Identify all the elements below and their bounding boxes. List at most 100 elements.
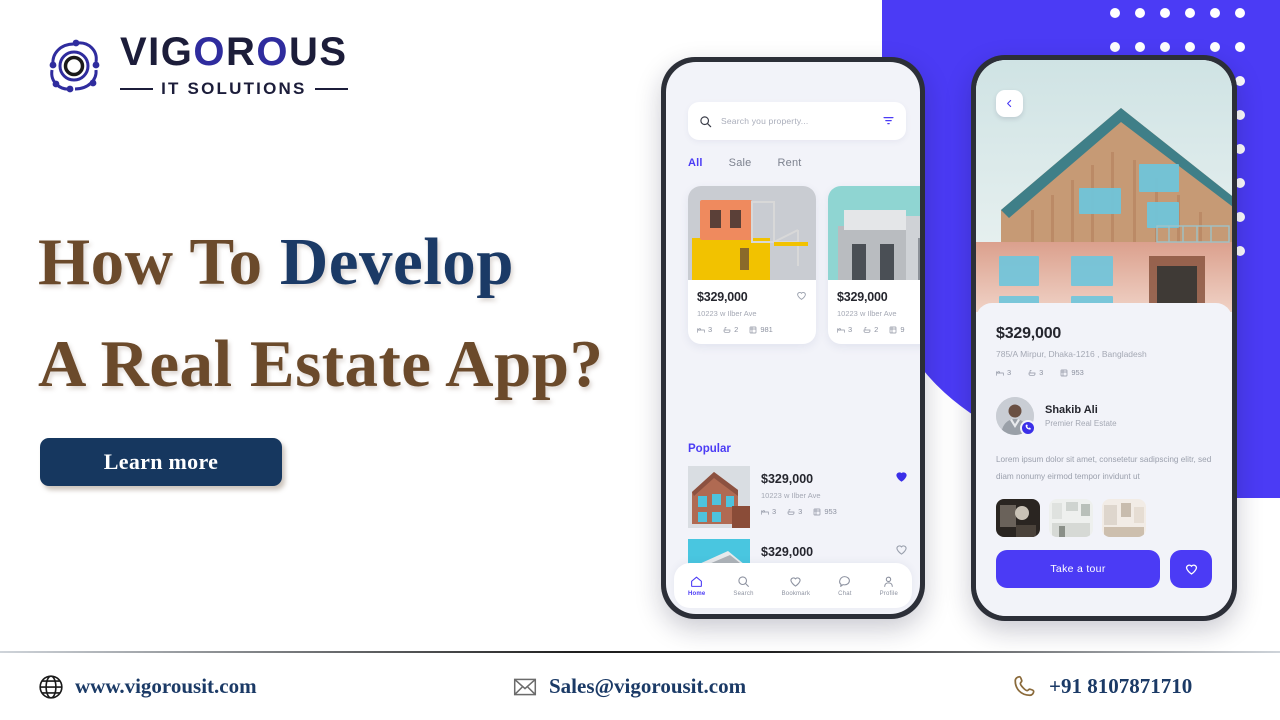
area-icon	[814, 508, 821, 515]
heart-outline-icon	[790, 576, 802, 587]
nav-item-profile[interactable]: Profile	[880, 575, 898, 597]
learn-more-button[interactable]: Learn more	[40, 438, 282, 486]
brand-name-o1: O	[193, 30, 227, 74]
agent-role: Premier Real Estate	[1045, 419, 1117, 428]
nav-label: Search	[733, 590, 754, 597]
gallery-thumbnail[interactable]	[996, 499, 1040, 538]
spec-baths: 3	[787, 507, 802, 516]
spec-area: 9	[889, 325, 905, 334]
chevron-left-icon	[1007, 99, 1012, 108]
property-thumbnail	[688, 466, 750, 528]
footer-website[interactable]: www.vigorousit.com	[38, 674, 257, 700]
footer: www.vigorousit.com Sales@vigorousit.com …	[0, 653, 1280, 720]
page-title: How To Develop A Real Estate App?	[38, 212, 604, 416]
bath-icon	[863, 326, 871, 333]
tab-rent[interactable]: Rent	[777, 157, 801, 169]
area-icon	[890, 326, 897, 333]
detail-address: 785/A Mirpur, Dhaka-1216 , Bangladesh	[996, 349, 1147, 359]
property-address: 10223 w Ilber Ave	[761, 491, 821, 500]
home-screen: Search you property... All Sale Rent $329,…	[666, 62, 920, 614]
heart-outline-icon	[1185, 564, 1197, 575]
bath-icon	[723, 326, 731, 333]
favorite-toggle[interactable]	[895, 470, 908, 488]
headline-line1-b: Develop	[279, 225, 515, 299]
nav-item-search[interactable]: Search	[733, 575, 753, 597]
spec-beds: 3	[996, 368, 1011, 377]
brand-name-o2: O	[256, 30, 290, 74]
bath-icon	[1028, 369, 1036, 376]
favorite-toggle[interactable]	[895, 543, 908, 561]
bottom-navigation[interactable]: Home Search Bookmark Chat Profile	[674, 563, 912, 608]
brand-name: VIGOROUS	[120, 32, 348, 72]
agent-name: Shakib Ali	[1045, 404, 1098, 416]
property-address: 10223 w Ilber Ave	[837, 309, 897, 318]
heart-outline-icon	[896, 545, 907, 555]
brand-tagline: IT SOLUTIONS	[161, 79, 307, 98]
favorite-toggle[interactable]	[796, 288, 807, 306]
poster-canvas: VIGOROUS IT SOLUTIONS How To Develop A R…	[0, 0, 1280, 720]
detail-description: Lorem ipsum dolor sit amet, consetetur s…	[996, 455, 1212, 482]
headline-line1-a: How To	[38, 225, 280, 299]
agent-call-badge[interactable]	[1020, 420, 1036, 436]
brand-name-part3: US	[289, 30, 348, 74]
gallery-thumbnail[interactable]	[1102, 499, 1146, 538]
property-price: $329,000	[761, 472, 814, 486]
agent-row[interactable]: Shakib Ali Premier Real Estate	[996, 397, 1212, 436]
bed-icon	[996, 370, 1004, 376]
logo-rule-left	[120, 88, 154, 90]
bed-icon	[837, 327, 845, 333]
heart-filled-icon	[896, 472, 907, 482]
nav-item-bookmark[interactable]: Bookmark	[782, 575, 811, 597]
tab-sale[interactable]: Sale	[729, 157, 752, 169]
person-icon	[884, 576, 894, 587]
logo-rule-right	[314, 88, 348, 90]
footer-email[interactable]: Sales@vigorousit.com	[512, 674, 746, 700]
search-icon	[738, 575, 749, 587]
detail-price: $329,000	[996, 325, 1062, 342]
nav-item-home[interactable]: Home	[688, 575, 705, 597]
property-card[interactable]: $329,000 10223 w Ilber Ave 3 2 9	[828, 186, 920, 344]
area-icon	[750, 326, 757, 333]
footer-website-text: www.vigorousit.com	[75, 674, 257, 698]
footer-email-text: Sales@vigorousit.com	[549, 674, 747, 698]
spec-baths: 2	[863, 325, 878, 334]
take-a-tour-button[interactable]: Take a tour	[996, 550, 1160, 588]
bath-icon	[787, 508, 795, 515]
globe-icon	[39, 674, 63, 699]
phone-mockup-detail: $329,000 785/A Mirpur, Dhaka-1216 , Bang…	[971, 55, 1237, 621]
chat-icon	[839, 575, 851, 587]
spec-baths: 3	[1028, 368, 1043, 377]
gallery-thumbnail[interactable]	[1049, 499, 1093, 538]
spec-beds: 3	[837, 325, 852, 334]
filter-icon[interactable]	[882, 115, 895, 127]
tab-all[interactable]: All	[688, 157, 703, 169]
search-input[interactable]: Search you property...	[721, 116, 873, 126]
property-card-row: $329,000 10223 w Ilber Ave 3 2 981 $329,000 10…	[688, 186, 920, 344]
back-button[interactable]	[996, 90, 1023, 117]
headline-line-2: A Real Estate App?	[38, 326, 604, 401]
phone-icon	[1025, 424, 1031, 430]
search-bar[interactable]: Search you property...	[688, 102, 906, 140]
photo-gallery[interactable]	[996, 499, 1212, 538]
property-address: 10223 w Ilber Ave	[697, 309, 757, 318]
filter-tabs[interactable]: All Sale Rent	[688, 157, 802, 169]
section-title-popular: Popular	[688, 443, 731, 455]
list-item[interactable]: $329,000 10223 w Ilber Ave 3 3 953	[688, 466, 908, 528]
headline-line-1: How To Develop	[38, 212, 604, 314]
atom-circuit-icon	[49, 39, 100, 92]
search-icon	[700, 115, 712, 127]
spec-beds: 3	[761, 507, 776, 516]
footer-phone-text: +91 8107871710	[1049, 674, 1193, 698]
bed-icon	[697, 327, 705, 333]
spec-area: 953	[813, 507, 837, 516]
brand-logo[interactable]: VIGOROUS IT SOLUTIONS	[42, 32, 348, 99]
favorite-button[interactable]	[1170, 550, 1212, 588]
nav-label: Profile	[879, 590, 898, 597]
property-price: $329,000	[837, 290, 888, 304]
property-card[interactable]: $329,000 10223 w Ilber Ave 3 2 981	[688, 186, 816, 344]
nav-label: Chat	[838, 590, 852, 597]
nav-item-chat[interactable]: Chat	[838, 575, 851, 597]
spec-beds: 3	[697, 325, 712, 334]
footer-phone[interactable]: +91 8107871710	[1012, 674, 1192, 700]
area-icon	[1061, 369, 1068, 376]
